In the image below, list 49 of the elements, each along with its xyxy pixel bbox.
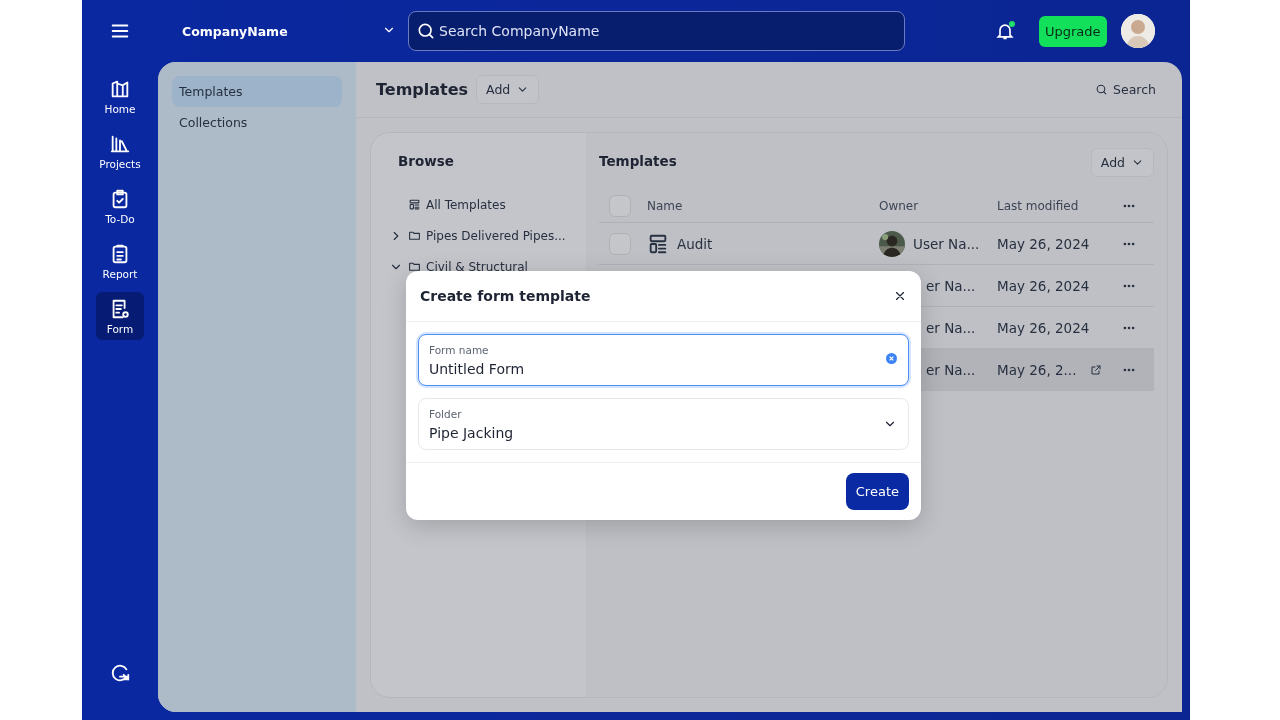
clear-icon[interactable] (886, 353, 897, 364)
template-name[interactable]: Audit (677, 235, 713, 252)
dialog-title: Create form template (420, 288, 591, 304)
column-header: Name (647, 199, 683, 213)
folder-icon (408, 260, 421, 273)
upgrade-button[interactable]: Upgrade (1039, 15, 1107, 47)
nav-item[interactable]: Projects (96, 127, 144, 175)
date-text: May 26, 2024 (997, 319, 1090, 336)
tree-item[interactable]: Pipes Delivered Pipes... (426, 228, 566, 243)
tree-item[interactable]: All Templates (426, 197, 506, 212)
avatar[interactable] (1120, 14, 1155, 48)
add-button[interactable]: Add (1090, 148, 1154, 177)
close-icon (893, 289, 907, 303)
column-header: Owner (879, 199, 919, 213)
open-link-button[interactable] (1090, 363, 1103, 376)
date-text: May 26, 2... (997, 361, 1077, 378)
folder-icon (408, 229, 421, 242)
bell-icon[interactable] (995, 20, 1015, 42)
external-link-icon (1090, 363, 1103, 376)
tree-item[interactable]: Civil & Structural (426, 259, 528, 274)
nav-item[interactable]: Form (96, 292, 144, 340)
column-header: Last modified (997, 199, 1079, 213)
section-title: Browse (398, 153, 455, 171)
date-text: May 26, 2024 (997, 277, 1090, 294)
nav-item[interactable]: To-Do (96, 182, 144, 230)
owner-name: er Na... (926, 361, 976, 378)
subnav-item[interactable]: Templates (172, 76, 342, 107)
nav-item[interactable]: Home (96, 72, 144, 120)
create-button[interactable]: Create (845, 473, 909, 510)
search-field[interactable]: Search CompanyName (408, 11, 905, 51)
section-title: Templates (599, 152, 677, 171)
add-button[interactable]: Add (476, 75, 540, 104)
owner-name: User Na... (913, 235, 980, 252)
template-icon (408, 198, 421, 211)
page-title: Templates (376, 80, 469, 99)
company-name: CompanyName (182, 23, 289, 39)
logo-icon (109, 662, 131, 684)
search-icon (1095, 83, 1109, 96)
search-button[interactable]: Search (1089, 81, 1162, 98)
owner-name: er Na... (926, 319, 976, 336)
subnav-item[interactable]: Collections (172, 107, 342, 138)
search-icon (416, 21, 436, 41)
nav-item[interactable]: Report (96, 237, 144, 285)
close-button[interactable] (893, 289, 907, 303)
field-label: Form name (429, 344, 489, 356)
field-label: Folder (429, 408, 462, 420)
template-icon (647, 232, 669, 255)
owner-name: er Na... (926, 277, 976, 294)
date-text: May 26, 2024 (997, 235, 1090, 252)
